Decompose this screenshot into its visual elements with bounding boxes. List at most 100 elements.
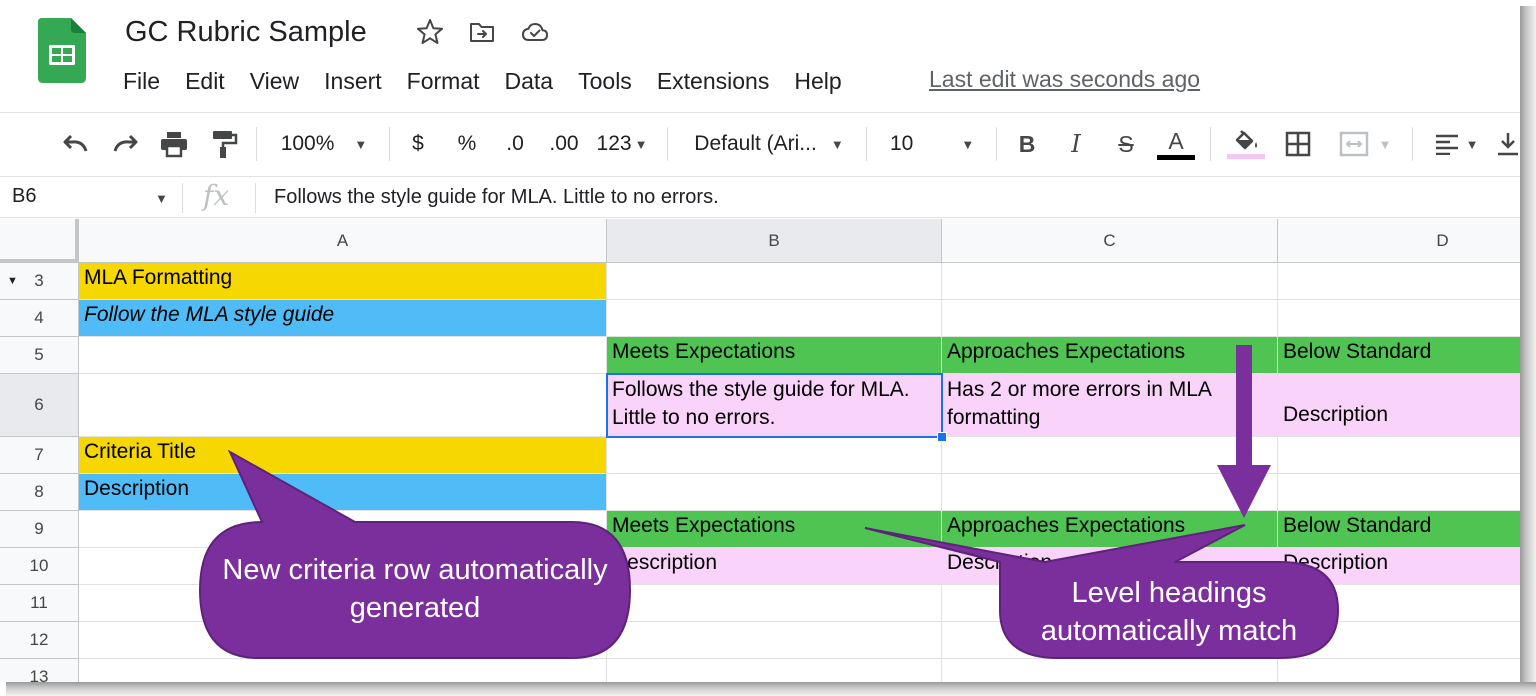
cell-a12[interactable] [79,622,607,659]
cell-b8[interactable] [607,474,942,511]
cell-b6[interactable]: Follows the style guide for MLA. Little … [607,374,942,437]
column-header-c[interactable]: C [942,219,1278,263]
document-title[interactable]: GC Rubric Sample [125,16,367,49]
cell-a4[interactable]: Follow the MLA style guide [79,300,607,337]
last-edit-link[interactable]: Last edit was seconds ago [929,66,1200,93]
row-header-9[interactable]: 9 [0,511,79,548]
row-header-6[interactable]: 6 [0,374,79,437]
fill-handle[interactable] [937,432,947,442]
menu-file[interactable]: File [123,68,160,95]
cell-d9[interactable]: Below Standard [1278,511,1520,548]
formula-input[interactable]: Follows the style guide for MLA. Little … [274,186,719,209]
name-box[interactable]: B6 [12,185,36,208]
cell-c8[interactable] [942,474,1278,511]
currency-button[interactable]: $ [403,127,433,161]
borders-button[interactable] [1282,127,1314,161]
cell-d5[interactable]: Below Standard [1278,337,1520,374]
menu-edit[interactable]: Edit [185,68,225,95]
cell-c5[interactable]: Approaches Expectations [942,337,1278,374]
cell-a3[interactable]: MLA Formatting [79,263,607,300]
sheets-logo-icon[interactable] [38,18,86,83]
bold-button[interactable]: B [1011,127,1043,161]
increase-decimal-button[interactable]: .00 [545,127,583,161]
chevron-down-icon: ▼ [634,136,648,152]
row-header-12[interactable]: 12 [0,622,79,659]
cell-a5[interactable] [79,337,607,374]
cell-b4[interactable] [607,300,942,337]
cell-d13[interactable] [1278,659,1520,682]
fill-color-button[interactable] [1226,127,1266,161]
select-all-corner[interactable] [0,219,79,263]
fill-color-swatch [1227,154,1265,159]
toolbar: 100% ▼ $ % .0 .00 123 ▼ Default (Ari... ▼ 1… [0,112,1520,174]
cell-c13[interactable] [942,659,1278,682]
font-size-select[interactable]: 10 ▼ [884,127,984,161]
decrease-decimal-button[interactable]: .0 [498,127,532,161]
menu-view[interactable]: View [250,68,299,95]
more-formats-button[interactable]: 123 ▼ [594,127,650,161]
align-left-icon [1435,134,1458,155]
row-header-4[interactable]: 4 [0,300,79,337]
italic-button[interactable]: I [1060,127,1092,161]
redo-button[interactable] [107,127,143,161]
cell-b7[interactable] [607,437,942,474]
row-header-3[interactable]: ▼ 3 [0,263,79,300]
cell-d4[interactable] [1278,300,1520,337]
menu-extensions[interactable]: Extensions [657,68,770,95]
cell-b3[interactable] [607,263,942,300]
cell-b5[interactable]: Meets Expectations [607,337,942,374]
cell-a6[interactable] [79,374,607,437]
merge-cells-button[interactable]: ▼ [1332,127,1398,161]
cell-c9[interactable]: Approaches Expectations [942,511,1278,548]
collapse-group-icon[interactable]: ▼ [7,275,18,287]
row-header-13[interactable]: 13 [0,659,79,682]
row-header-7[interactable]: 7 [0,437,79,474]
row-header-5[interactable]: 5 [0,337,79,374]
cell-c6[interactable]: Has 2 or more errors in MLA formatting [942,374,1278,437]
row-header-8[interactable]: 8 [0,474,79,511]
text-color-button[interactable]: A [1156,127,1196,161]
star-icon[interactable] [416,18,444,46]
column-header-b[interactable]: B [607,219,942,263]
menu-data[interactable]: Data [505,68,554,95]
window-shadow-right [1520,6,1536,696]
zoom-select[interactable]: 100% ▼ [272,127,376,161]
cell-b12[interactable] [607,622,942,659]
undo-button[interactable] [58,127,94,161]
left-callout-text: New criteria row automatically generated [222,554,608,624]
row-header-10[interactable]: 10 [0,548,79,585]
strikethrough-button[interactable]: S [1110,127,1142,161]
chevron-down-icon: ▼ [830,136,844,152]
font-select[interactable]: Default (Ari... ▼ [686,127,852,161]
print-button[interactable] [156,127,192,161]
row-header-11[interactable]: 11 [0,585,79,622]
cell-a8[interactable]: Description [79,474,607,511]
cell-c7[interactable] [942,437,1278,474]
move-folder-icon[interactable] [468,18,496,46]
cell-d7[interactable] [1278,437,1520,474]
menu-tools[interactable]: Tools [578,68,632,95]
cell-b10[interactable]: Description [607,548,942,585]
chevron-down-icon[interactable]: ▼ [155,191,168,206]
cell-d8[interactable] [1278,474,1520,511]
percent-button[interactable]: % [452,127,482,161]
cell-a9[interactable] [79,511,607,548]
cell-b13[interactable] [607,659,942,682]
cell-b9[interactable]: Meets Expectations [607,511,942,548]
paint-format-button[interactable] [206,127,242,161]
column-header-d[interactable]: D [1278,219,1520,263]
menu-insert[interactable]: Insert [324,68,382,95]
menu-help[interactable]: Help [794,68,841,95]
cloud-saved-icon[interactable] [521,18,549,46]
cell-c3[interactable] [942,263,1278,300]
horizontal-align-button[interactable]: ▼ [1428,127,1484,161]
cell-b11[interactable] [607,585,942,622]
cell-a13[interactable] [79,659,607,682]
vertical-align-button[interactable] [1496,127,1520,161]
cell-a7[interactable]: Criteria Title [79,437,607,474]
menu-format[interactable]: Format [407,68,480,95]
cell-d6[interactable]: Description [1278,374,1520,437]
cell-c4[interactable] [942,300,1278,337]
cell-d3[interactable] [1278,263,1520,300]
column-header-a[interactable]: A [79,219,607,263]
